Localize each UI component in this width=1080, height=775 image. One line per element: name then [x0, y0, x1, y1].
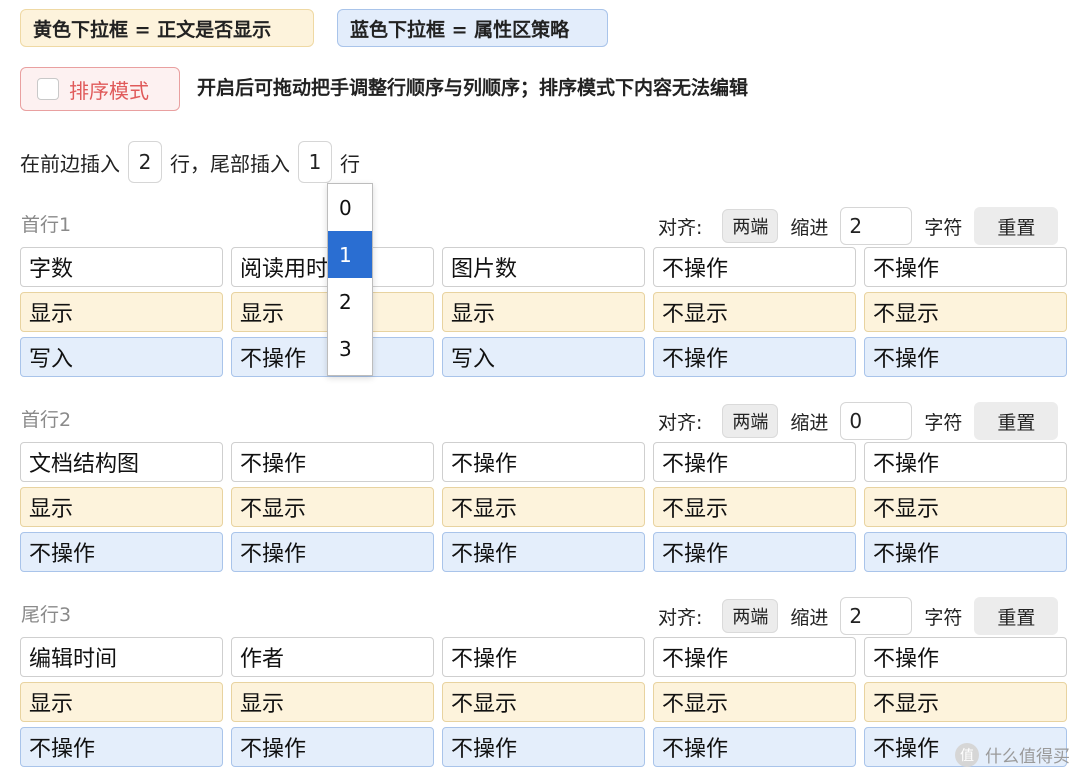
- unit-label: 字符: [924, 216, 963, 239]
- attribute-select[interactable]: 写入: [20, 337, 223, 377]
- attribute-select[interactable]: 写入: [442, 337, 645, 377]
- sort-mode-checkbox[interactable]: [37, 78, 59, 100]
- align-label: 对齐:: [658, 606, 703, 629]
- field-select[interactable]: 不操作: [864, 637, 1067, 677]
- reset-button[interactable]: 重置: [974, 597, 1059, 635]
- display-select[interactable]: 不显示: [653, 682, 856, 722]
- attribute-select[interactable]: 不操作: [20, 727, 223, 767]
- field-select[interactable]: 不操作: [442, 637, 645, 677]
- unit-label: 字符: [924, 606, 963, 629]
- legend-blue: 蓝色下拉框 = 属性区策略: [337, 9, 608, 47]
- display-select[interactable]: 不显示: [442, 487, 645, 527]
- insert-front-select[interactable]: 2: [128, 141, 162, 183]
- display-select[interactable]: 不显示: [653, 487, 856, 527]
- section-title: 首行1: [21, 214, 72, 236]
- sort-mode-toggle[interactable]: 排序模式: [20, 67, 180, 111]
- sort-mode-label: 排序模式: [69, 78, 149, 103]
- display-select[interactable]: 显示: [20, 292, 223, 332]
- dropdown-option-selected[interactable]: 1: [328, 231, 372, 278]
- attribute-select[interactable]: 不操作: [231, 727, 434, 767]
- field-select[interactable]: 不操作: [653, 637, 856, 677]
- attribute-select[interactable]: 不操作: [864, 337, 1067, 377]
- reset-button[interactable]: 重置: [974, 207, 1059, 245]
- section-title: 尾行3: [21, 604, 72, 626]
- field-select[interactable]: 不操作: [653, 442, 856, 482]
- attribute-select[interactable]: 不操作: [653, 532, 856, 572]
- display-select[interactable]: 不显示: [864, 682, 1067, 722]
- align-label: 对齐:: [658, 216, 703, 239]
- display-select[interactable]: 不显示: [864, 292, 1067, 332]
- align-justify-button[interactable]: 两端: [722, 404, 779, 438]
- field-select[interactable]: 文档结构图: [20, 442, 223, 482]
- insert-tail-select[interactable]: 1: [298, 141, 332, 183]
- unit-label: 字符: [924, 411, 963, 434]
- field-select[interactable]: 不操作: [864, 247, 1067, 287]
- field-select[interactable]: 不操作: [864, 442, 1067, 482]
- dropdown-option[interactable]: 2: [328, 278, 372, 325]
- section-controls: 对齐: 两端 缩进 0 字符 重置: [658, 402, 1059, 440]
- attribute-select[interactable]: 不操作: [864, 532, 1067, 572]
- indent-input[interactable]: 0: [840, 402, 913, 440]
- align-justify-button[interactable]: 两端: [722, 599, 779, 633]
- display-select[interactable]: 显示: [442, 292, 645, 332]
- section-title: 首行2: [21, 409, 72, 431]
- display-select[interactable]: 显示: [231, 682, 434, 722]
- indent-input[interactable]: 2: [840, 597, 913, 635]
- section-controls: 对齐: 两端 缩进 2 字符 重置: [658, 207, 1059, 245]
- insert-mid-label: 行，尾部插入: [170, 151, 290, 176]
- display-select[interactable]: 不显示: [653, 292, 856, 332]
- field-select[interactable]: 不操作: [231, 442, 434, 482]
- insert-row-controls: 在前边插入 2 行，尾部插入 1 行: [20, 140, 360, 184]
- display-select[interactable]: 显示: [20, 487, 223, 527]
- indent-label: 缩进: [790, 216, 829, 239]
- dropdown-option[interactable]: 3: [328, 325, 372, 372]
- attribute-select[interactable]: 不操作: [231, 532, 434, 572]
- field-select[interactable]: 编辑时间: [20, 637, 223, 677]
- watermark: 值 什么值得买: [955, 742, 1070, 767]
- watermark-text: 什么值得买: [985, 747, 1070, 767]
- insert-front-label: 在前边插入: [20, 151, 120, 176]
- attribute-select[interactable]: 不操作: [442, 727, 645, 767]
- field-select[interactable]: 不操作: [653, 247, 856, 287]
- section-controls: 对齐: 两端 缩进 2 字符 重置: [658, 597, 1059, 635]
- indent-label: 缩进: [790, 411, 829, 434]
- attribute-select[interactable]: 不操作: [653, 727, 856, 767]
- attribute-select[interactable]: 不操作: [653, 337, 856, 377]
- legend-yellow: 黄色下拉框 = 正文是否显示: [20, 9, 314, 47]
- reset-button[interactable]: 重置: [974, 402, 1059, 440]
- indent-label: 缩进: [790, 606, 829, 629]
- display-select[interactable]: 不显示: [231, 487, 434, 527]
- field-select[interactable]: 不操作: [442, 442, 645, 482]
- field-select[interactable]: 字数: [20, 247, 223, 287]
- insert-end-label: 行: [340, 151, 360, 176]
- field-select[interactable]: 图片数: [442, 247, 645, 287]
- attribute-select[interactable]: 不操作: [442, 532, 645, 572]
- watermark-logo-icon: 值: [955, 742, 979, 767]
- dropdown-option[interactable]: 0: [328, 184, 372, 231]
- display-select[interactable]: 不显示: [864, 487, 1067, 527]
- indent-input[interactable]: 2: [840, 207, 913, 245]
- tail-insert-dropdown[interactable]: 0 1 2 3: [327, 183, 373, 376]
- field-select[interactable]: 作者: [231, 637, 434, 677]
- display-select[interactable]: 不显示: [442, 682, 645, 722]
- align-justify-button[interactable]: 两端: [722, 209, 779, 243]
- display-select[interactable]: 显示: [20, 682, 223, 722]
- align-label: 对齐:: [658, 411, 703, 434]
- sort-mode-hint: 开启后可拖动把手调整行顺序与列顺序；排序模式下内容无法编辑: [197, 77, 749, 99]
- attribute-select[interactable]: 不操作: [20, 532, 223, 572]
